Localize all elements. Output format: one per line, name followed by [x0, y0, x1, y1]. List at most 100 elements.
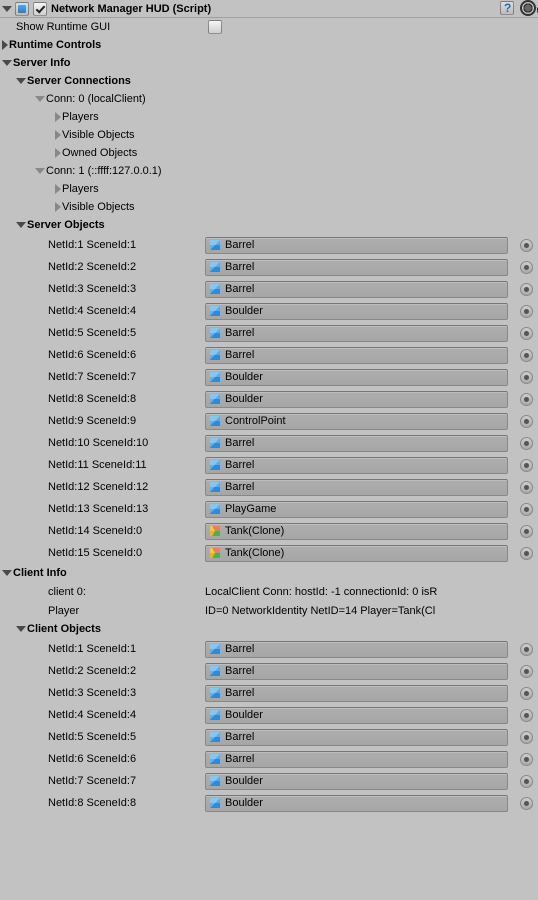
object-picker-icon[interactable]	[520, 283, 533, 296]
net-object-row: NetId:2 SceneId:2Barrel	[0, 256, 538, 278]
prefab-icon	[210, 776, 220, 786]
object-field[interactable]: Boulder	[205, 773, 508, 790]
object-picker-icon[interactable]	[520, 349, 533, 362]
object-field[interactable]: Barrel	[205, 663, 508, 680]
prefab-icon	[210, 350, 220, 360]
object-field[interactable]: Barrel	[205, 457, 508, 474]
object-field[interactable]: Barrel	[205, 347, 508, 364]
object-name: Barrel	[225, 665, 254, 677]
runtime-controls-foldout[interactable]: Runtime Controls	[0, 36, 538, 54]
object-picker-icon[interactable]	[520, 327, 533, 340]
object-field[interactable]: Barrel	[205, 479, 508, 496]
object-picker-icon[interactable]	[520, 775, 533, 788]
object-field[interactable]: Boulder	[205, 795, 508, 812]
client-info-foldout[interactable]: Client Info	[0, 564, 538, 582]
net-object-id: NetId:13 SceneId:13	[0, 503, 205, 515]
object-picker-icon[interactable]	[520, 371, 533, 384]
net-object-row: NetId:8 SceneId:8Boulder	[0, 792, 538, 814]
connection-child-label: Visible Objects	[62, 129, 135, 141]
object-name: Barrel	[225, 731, 254, 743]
prefab-icon	[210, 798, 220, 808]
object-field[interactable]: PlayGame	[205, 501, 508, 518]
object-picker-icon[interactable]	[520, 709, 533, 722]
client0-value: LocalClient Conn: hostId: -1 connectionI…	[205, 586, 538, 598]
connection-child-label: Visible Objects	[62, 201, 135, 213]
server-connections-foldout[interactable]: Server Connections	[0, 72, 538, 90]
net-object-id: NetId:6 SceneId:6	[0, 753, 205, 765]
chevron-down-icon	[16, 626, 26, 632]
object-field[interactable]: Barrel	[205, 259, 508, 276]
object-picker-icon[interactable]	[520, 731, 533, 744]
object-field[interactable]: Boulder	[205, 369, 508, 386]
object-field[interactable]: Boulder	[205, 303, 508, 320]
connection-foldout[interactable]: Conn: 0 (localClient)	[0, 90, 538, 108]
object-field[interactable]: Tank(Clone)	[205, 545, 508, 562]
chevron-right-icon	[55, 130, 61, 140]
object-name: Boulder	[225, 393, 263, 405]
object-field[interactable]: Barrel	[205, 281, 508, 298]
connection-child-foldout[interactable]: Owned Objects	[0, 144, 538, 162]
server-info-foldout[interactable]: Server Info	[0, 54, 538, 72]
object-picker-icon[interactable]	[520, 643, 533, 656]
object-field[interactable]: Tank(Clone)	[205, 523, 508, 540]
object-field[interactable]: Barrel	[205, 641, 508, 658]
object-picker-icon[interactable]	[520, 393, 533, 406]
net-object-row: NetId:5 SceneId:5Barrel	[0, 322, 538, 344]
object-field[interactable]: Barrel	[205, 435, 508, 452]
server-objects-foldout[interactable]: Server Objects	[0, 216, 538, 234]
object-picker-icon[interactable]	[520, 239, 533, 252]
net-object-id: NetId:14 SceneId:0	[0, 525, 205, 537]
object-name: Barrel	[225, 239, 254, 251]
object-field[interactable]: Barrel	[205, 685, 508, 702]
collapse-component-icon[interactable]	[2, 6, 12, 12]
net-object-id: NetId:8 SceneId:8	[0, 797, 205, 809]
object-picker-icon[interactable]	[520, 305, 533, 318]
object-field[interactable]: Barrel	[205, 325, 508, 342]
object-picker-icon[interactable]	[520, 753, 533, 766]
net-object-id: NetId:2 SceneId:2	[0, 261, 205, 273]
net-object-row: NetId:1 SceneId:1Barrel	[0, 638, 538, 660]
chevron-right-icon	[55, 202, 61, 212]
object-field[interactable]: ControlPoint	[205, 413, 508, 430]
object-field[interactable]: Barrel	[205, 751, 508, 768]
client-player-value: ID=0 NetworkIdentity NetID=14 Player=Tan…	[205, 605, 538, 617]
chevron-right-icon	[55, 184, 61, 194]
connection-child-foldout[interactable]: Visible Objects	[0, 198, 538, 216]
object-picker-icon[interactable]	[520, 687, 533, 700]
chevron-right-icon	[55, 112, 61, 122]
net-object-row: NetId:1 SceneId:1Barrel	[0, 234, 538, 256]
enable-toggle[interactable]	[33, 2, 47, 16]
object-field[interactable]: Boulder	[205, 707, 508, 724]
object-picker-icon[interactable]	[520, 437, 533, 450]
object-field[interactable]: Barrel	[205, 237, 508, 254]
object-name: Boulder	[225, 371, 263, 383]
help-icon[interactable]	[500, 1, 514, 15]
object-field[interactable]: Boulder	[205, 391, 508, 408]
prefab-icon	[210, 306, 220, 316]
object-picker-icon[interactable]	[520, 525, 533, 538]
object-picker-icon[interactable]	[520, 261, 533, 274]
net-object-row: NetId:9 SceneId:9ControlPoint	[0, 410, 538, 432]
show-runtime-gui-checkbox[interactable]	[208, 20, 222, 34]
client-objects-foldout[interactable]: Client Objects	[0, 620, 538, 638]
object-picker-icon[interactable]	[520, 503, 533, 516]
object-picker-icon[interactable]	[520, 481, 533, 494]
gear-icon[interactable]	[522, 2, 534, 14]
object-picker-icon[interactable]	[520, 415, 533, 428]
object-picker-icon[interactable]	[520, 797, 533, 810]
chevron-down-icon	[16, 222, 26, 228]
object-name: ControlPoint	[225, 415, 286, 427]
object-field[interactable]: Barrel	[205, 729, 508, 746]
chevron-down-icon	[35, 96, 45, 102]
net-object-id: NetId:15 SceneId:0	[0, 547, 205, 559]
chevron-down-icon	[35, 168, 45, 174]
connection-child-foldout[interactable]: Visible Objects	[0, 126, 538, 144]
server-connections-label: Server Connections	[27, 75, 131, 87]
object-picker-icon[interactable]	[520, 665, 533, 678]
net-object-row: NetId:3 SceneId:3Barrel	[0, 278, 538, 300]
connection-child-foldout[interactable]: Players	[0, 108, 538, 126]
connection-foldout[interactable]: Conn: 1 (::ffff:127.0.0.1)	[0, 162, 538, 180]
object-picker-icon[interactable]	[520, 547, 533, 560]
connection-child-foldout[interactable]: Players	[0, 180, 538, 198]
object-picker-icon[interactable]	[520, 459, 533, 472]
